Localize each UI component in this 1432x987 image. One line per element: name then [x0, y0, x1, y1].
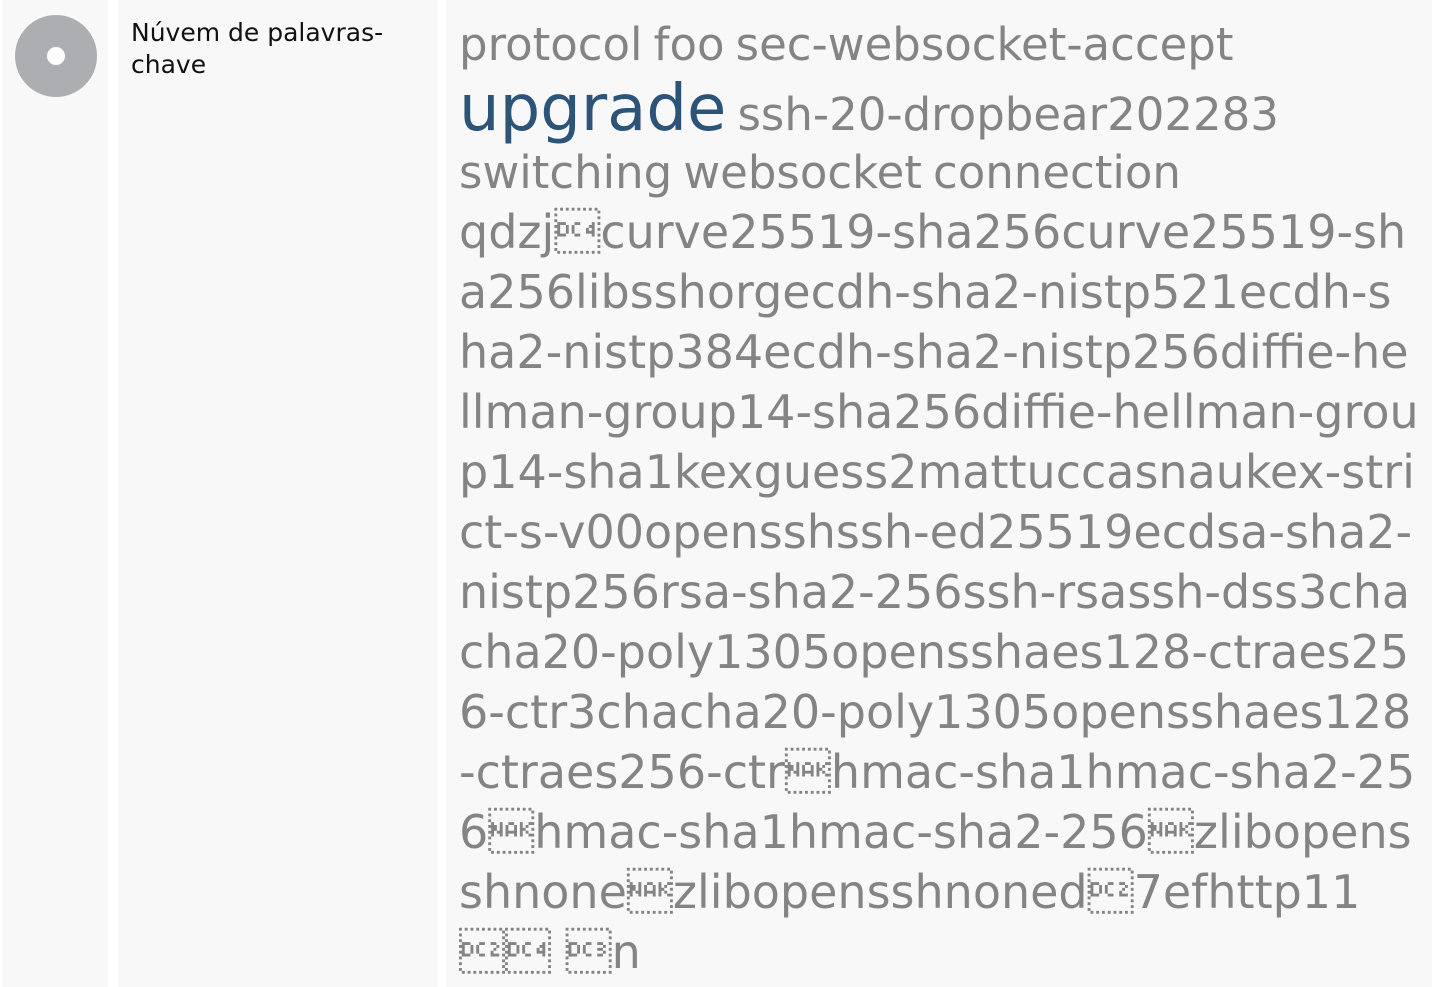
keyword-cloud-content: protocol foo sec-websocket-accept upgrad…: [459, 16, 1419, 982]
keyword-line-1: protocol foo sec-websocket-accept: [459, 16, 1419, 74]
keyword: websocket: [683, 146, 922, 199]
keyword: ssh-20-dropbear202283: [737, 88, 1279, 141]
keyword: protocol: [459, 18, 643, 71]
keyword: foo: [653, 18, 725, 71]
keyword-cloud-row: Núvem de palavras-chave protocol foo sec…: [0, 0, 1432, 987]
row-label: Núvem de palavras-chave: [131, 18, 384, 79]
icon-column: [2, 0, 108, 987]
keyword: sec-websocket-accept: [735, 18, 1234, 71]
keyword-line-3: switching websocket connection: [459, 144, 1419, 202]
label-column: Núvem de palavras-chave: [118, 0, 438, 987]
disc-icon: [15, 15, 97, 97]
keyword-cloud: protocol foo sec-websocket-accept upgrad…: [446, 0, 1432, 987]
keyword-long-text: qdzjcurve25519-sha256curve25519-sha256l…: [459, 205, 1419, 979]
keyword: connection: [933, 146, 1181, 199]
keyword-highlight: upgrade: [459, 72, 727, 146]
keyword-line-2: upgrade ssh-20-dropbear202283: [459, 74, 1419, 144]
keyword: switching: [459, 146, 673, 199]
